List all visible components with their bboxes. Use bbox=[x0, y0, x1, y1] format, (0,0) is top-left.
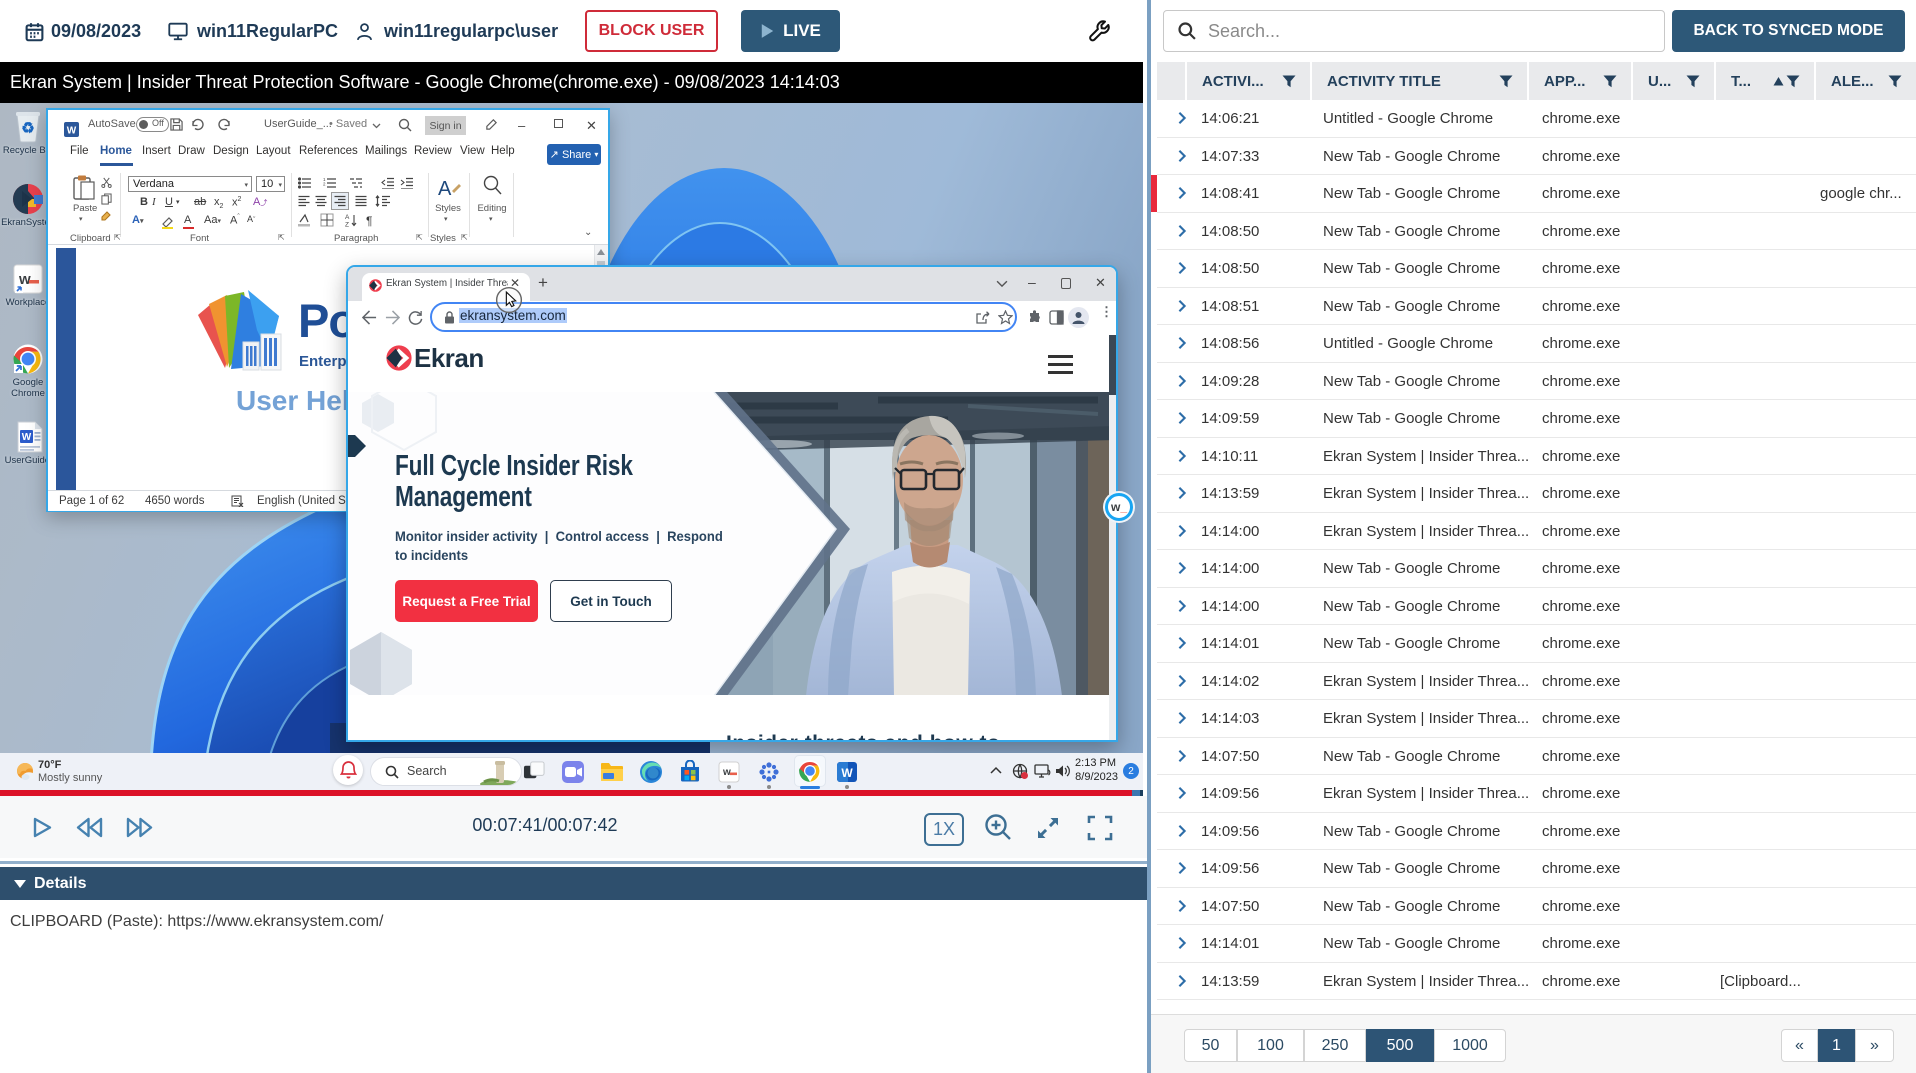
svg-text:W: W bbox=[67, 126, 77, 137]
svg-text:A: A bbox=[438, 178, 452, 200]
svg-text:w: w bbox=[722, 767, 731, 778]
svg-text:W: W bbox=[22, 432, 32, 443]
svg-text:2: 2 bbox=[323, 182, 326, 187]
svg-text:♻: ♻ bbox=[21, 120, 34, 137]
svg-text:W: W bbox=[841, 766, 853, 780]
svg-text:Z: Z bbox=[345, 222, 349, 228]
svg-text:A: A bbox=[345, 214, 350, 221]
